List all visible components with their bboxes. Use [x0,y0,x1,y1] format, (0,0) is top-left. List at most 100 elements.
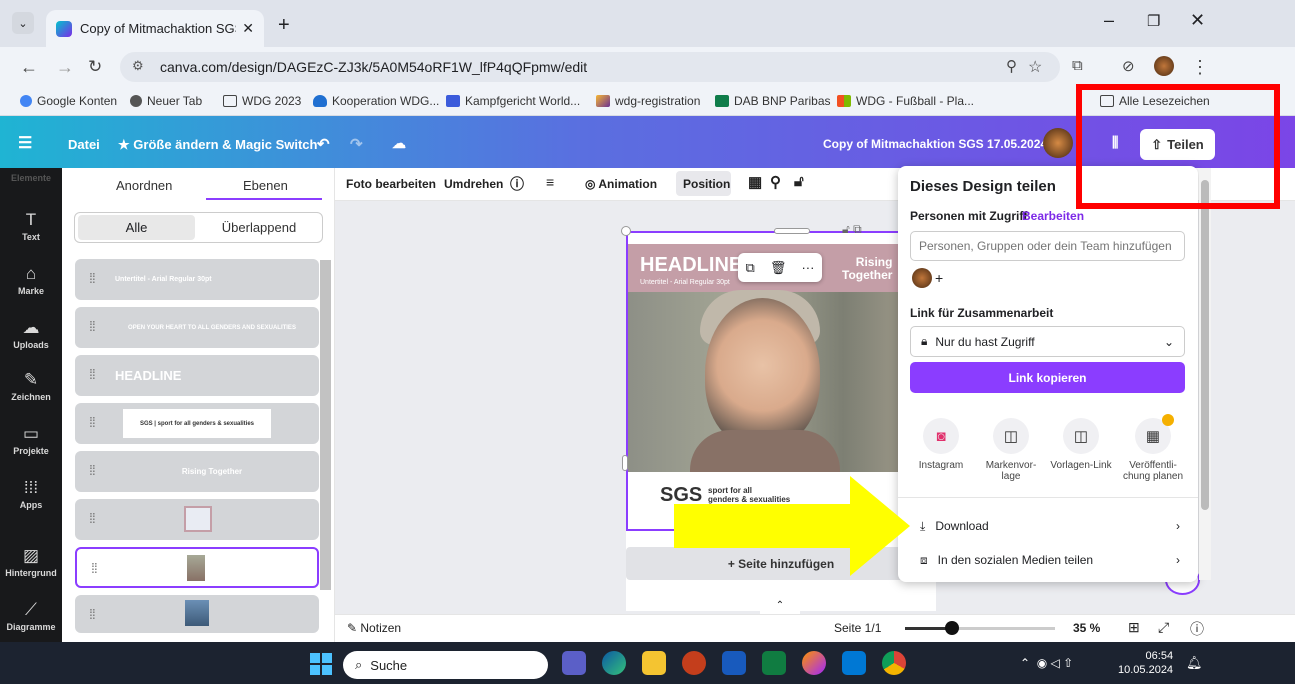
rail-elements[interactable]: Elemente [0,173,62,183]
user-avatar[interactable] [1043,128,1073,158]
drag-handle-icon[interactable]: ⁞⁞ [89,270,96,286]
layer-item[interactable]: ⁞⁞ Untertitel - Arial Regular 30pt [75,259,319,300]
add-page-button[interactable]: + Seite hinzufügen [626,547,936,580]
bookmark-dab-bnp[interactable]: DAB BNP Paribas [715,94,831,108]
zoom-lens-icon[interactable]: ⚲ [1006,57,1017,75]
bookmark-wdg-registration[interactable]: wdg-registration [596,94,700,108]
page-lock-icon[interactable]: 🔓︎ ⧉ [842,222,862,237]
firefox-icon[interactable] [802,651,826,675]
excel-icon[interactable] [762,651,786,675]
transparency-icon[interactable]: ▦ [748,173,762,191]
paint-format-icon[interactable]: ⚲ [770,173,781,191]
windows-start-icon[interactable] [310,653,332,675]
design-subtitle[interactable]: Untertitel - Arial Regular 30pt [640,279,730,286]
filter-all[interactable]: Alle [78,215,195,240]
profile-avatar[interactable] [1154,56,1174,76]
bookmark-wdg-2023[interactable]: WDG 2023 [223,94,301,108]
link-access-select[interactable]: 🔒︎ Nur du hast Zugriff ⌄ [910,326,1185,357]
rail-background[interactable]: ▨ Hintergrund [0,546,62,578]
browser-menu-icon[interactable]: ⋮ [1191,57,1209,78]
filter-overlapping[interactable]: Überlappend [200,215,318,240]
undo-icon[interactable]: ↶ [317,135,330,153]
rail-brand[interactable]: ⌂ Marke [0,264,62,296]
resize-button[interactable]: ★ Größe ändern & Magic Switch [118,137,317,153]
collaborator-avatar[interactable] [912,268,932,288]
design-headline[interactable]: HEADLINE [640,254,742,277]
drag-handle-icon[interactable]: ⁞⁞ [89,366,96,382]
drag-handle-icon[interactable]: ⁞⁞ [89,462,96,478]
tab-layers[interactable]: Ebenen [243,178,288,193]
rail-apps[interactable]: ⁞⁞⁞ Apps [0,478,62,510]
insights-icon[interactable]: ⫼ [1112,134,1118,151]
site-info-icon[interactable]: ⚙ [132,58,144,74]
taskbar-clock[interactable]: 06:54 10.05.2024 [1118,649,1173,677]
teams-icon[interactable] [562,651,586,675]
drag-handle-icon[interactable]: ⁞⁞ [91,560,98,576]
animation-button[interactable]: ◎ Animation [585,177,657,191]
powerpoint-icon[interactable] [682,651,706,675]
fullscreen-icon[interactable]: ⤢ [1158,619,1169,636]
edit-photo-button[interactable]: Foto bearbeiten [346,177,436,191]
taskbar-search[interactable]: ⌕ Suche [343,651,548,679]
bookmark-star-icon[interactable]: ☆ [1028,57,1042,77]
layer-item[interactable]: ⁞⁞ [75,595,319,633]
rail-draw[interactable]: ✎ Zeichnen [0,370,62,402]
layer-item[interactable]: ⁞⁞ Rising Together [75,451,319,492]
position-button[interactable]: Position [683,177,730,191]
cloud-saved-icon[interactable]: ☁ [392,135,406,152]
bookmark-kampfgericht[interactable]: Kampfgericht World... [446,94,580,108]
edit-access-link[interactable]: Bearbeiten [1022,209,1084,223]
system-tray-icons[interactable]: ⌃ ◉ ◁ ⇧ [1020,656,1073,670]
panel-scrollbar[interactable] [320,260,331,590]
edge-icon[interactable] [602,651,626,675]
outlook-icon[interactable] [842,651,866,675]
bookmark-kooperation[interactable]: Kooperation WDG... [313,94,439,108]
share-option-brand-template[interactable]: ◫ Markenvor- lage [976,418,1046,482]
share-option-schedule[interactable]: ▦ Veröffentli- chung planen [1118,414,1188,482]
all-bookmarks[interactable]: Alle Lesezeichen [1100,94,1210,108]
file-explorer-icon[interactable] [642,651,666,675]
copy-link-button[interactable]: Link kopieren [910,362,1185,393]
duplicate-icon[interactable]: ⧉ [746,260,755,276]
more-icon[interactable]: ··· [801,260,814,275]
forward-icon[interactable]: → [56,57,74,78]
address-bar[interactable]: ⚙ canva.com/design/DAGEzC-ZJ3k/5A0M54oRF… [120,52,1060,82]
share-button[interactable]: ⇧ Teilen [1140,129,1215,160]
download-option[interactable]: ⤓ Download › [898,510,1198,542]
drag-handle-icon[interactable]: ⁞⁞ [89,510,96,526]
rail-charts[interactable]: ⟋ Diagramme [0,600,62,632]
sgs-logo[interactable]: SGS [660,484,702,507]
dropdown-scroll-thumb[interactable] [1201,180,1209,510]
restore-button[interactable]: ❐ [1147,12,1160,30]
lock-icon[interactable]: 🔓︎ [794,173,804,190]
bookmark-neuer-tab[interactable]: Neuer Tab [130,94,202,108]
flip-button[interactable]: Umdrehen [444,177,503,191]
browser-tab[interactable]: Copy of Mitmachaktion SGS 17 ✕ [46,10,264,47]
document-title[interactable]: Copy of Mitmachaktion SGS 17.05.2024 [823,137,1047,151]
back-icon[interactable]: ← [20,57,38,78]
drag-handle-icon[interactable]: ⁞⁞ [89,414,96,430]
drag-handle-icon[interactable]: ⁞⁞ [89,318,96,334]
add-collaborator-icon[interactable]: + [935,270,943,286]
layer-item[interactable]: ⁞⁞ [75,499,319,540]
share-social-option[interactable]: ⧈ In den sozialen Medien teilen › [898,544,1198,576]
hamburger-menu-icon[interactable]: ☰ [18,133,32,153]
share-option-instagram[interactable]: ◙ Instagram [906,418,976,471]
file-menu[interactable]: Datei [68,137,100,152]
tab-list-button[interactable]: ⌄ [12,12,34,34]
show-pages-toggle[interactable]: ⌃ [760,600,800,614]
close-tab-icon[interactable]: ✕ [242,20,254,37]
page-indicator[interactable]: Seite 1/1 [834,621,881,635]
notification-bell-icon[interactable]: 🔔︎ [1186,655,1203,671]
word-icon[interactable] [722,651,746,675]
resize-handle[interactable] [774,228,810,234]
resize-handle[interactable] [621,226,631,236]
zoom-level[interactable]: 35 % [1073,621,1100,635]
layer-item[interactable]: ⁞⁞ SGS | sport for all genders & sexualit… [75,403,319,444]
layer-item[interactable]: ⁞⁞ HEADLINE [75,355,319,396]
tab-arrange[interactable]: Anordnen [116,178,172,193]
rail-projects[interactable]: ▭ Projekte [0,424,62,456]
info-icon[interactable]: ⓘ [510,174,524,194]
drag-handle-icon[interactable]: ⁞⁞ [89,606,96,622]
grid-view-icon[interactable]: ⊞ [1128,619,1140,636]
